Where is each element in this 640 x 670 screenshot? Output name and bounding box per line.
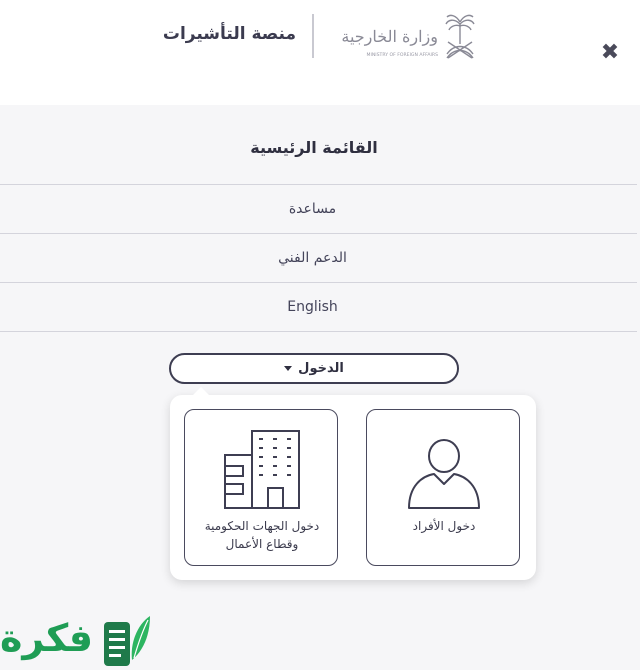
login-button-label: الدخول — [298, 361, 344, 376]
header: منصة التأشيرات وزارة الخارجية MINISTRY O… — [0, 0, 640, 105]
ministry-name-en: MINISTRY OF FOREIGN AFFAIRS — [367, 52, 439, 58]
login-individuals-card[interactable]: دخول الأفراد — [366, 409, 520, 566]
dropdown-pointer — [192, 387, 210, 396]
building-icon — [224, 430, 300, 509]
menu-item-help[interactable]: مساعدة — [0, 185, 637, 234]
ministry-name: وزارة الخارجية — [341, 27, 438, 46]
ministry-logo: وزارة الخارجية MINISTRY OF FOREIGN AFFAI… — [340, 12, 478, 62]
login-dropdown-menu: دخول الأفراد دخول الجهات الحكومية وقطاع … — [170, 387, 536, 580]
leaf-document-icon — [104, 616, 150, 666]
close-button[interactable]: ✖ — [598, 40, 622, 66]
saudi-emblem-icon: وزارة الخارجية MINISTRY OF FOREIGN AFFAI… — [341, 14, 475, 59]
business-label-line1: دخول الجهات الحكومية — [204, 519, 320, 533]
menu-list: مساعدة الدعم الفني English — [0, 184, 637, 332]
person-icon — [408, 439, 480, 509]
menu-item-english[interactable]: English — [0, 283, 637, 332]
caret-down-icon — [284, 366, 293, 371]
header-divider — [312, 14, 314, 58]
watermark-logo: فكرة — [0, 606, 160, 670]
menu-title: القائمة الرئيسية — [250, 138, 378, 157]
business-label-line2: وقطاع الأعمال — [225, 537, 299, 551]
individuals-label: دخول الأفراد — [412, 519, 476, 533]
login-dropdown-button[interactable]: الدخول — [169, 353, 459, 384]
login-business-card[interactable]: دخول الجهات الحكومية وقطاع الأعمال — [184, 409, 338, 566]
main-menu-panel: القائمة الرئيسية مساعدة الدعم الفني Engl… — [0, 105, 640, 670]
platform-title: منصة التأشيرات — [162, 24, 296, 44]
watermark-text: فكرة — [0, 616, 94, 660]
business-label: دخول الجهات الحكومية وقطاع الأعمال — [189, 517, 335, 553]
menu-item-tech-support[interactable]: الدعم الفني — [0, 234, 637, 283]
